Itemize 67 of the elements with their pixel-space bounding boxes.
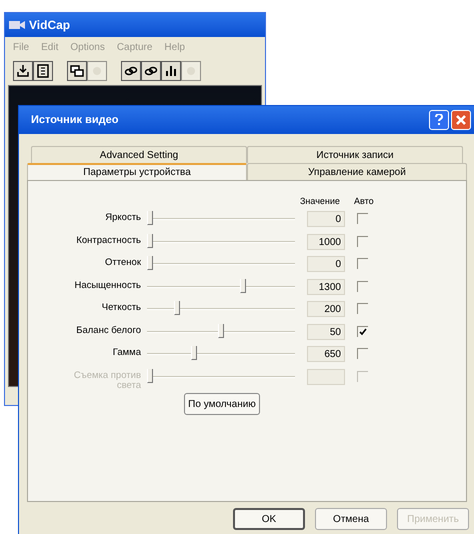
link-icon bbox=[144, 64, 158, 78]
value-field[interactable]: 50 bbox=[307, 324, 345, 340]
slider-thumb[interactable] bbox=[146, 211, 153, 225]
slider-thumb[interactable] bbox=[218, 324, 224, 338]
camera-icon bbox=[9, 19, 25, 31]
slider-thumb[interactable] bbox=[146, 234, 153, 248]
slider[interactable] bbox=[147, 256, 295, 272]
setting-label: Оттенок bbox=[104, 258, 142, 268]
tab[interactable]: Advanced Setting bbox=[31, 146, 247, 163]
toolbar-button[interactable] bbox=[33, 61, 53, 81]
toolbar-button[interactable] bbox=[141, 61, 161, 81]
value-field[interactable]: 0 bbox=[307, 256, 345, 272]
tray-icon bbox=[16, 64, 30, 78]
column-header: Авто bbox=[354, 195, 374, 208]
check-icon bbox=[359, 328, 367, 336]
default-button[interactable]: По умолчанию bbox=[184, 393, 260, 415]
toolbar-button[interactable] bbox=[161, 61, 181, 81]
slider[interactable] bbox=[147, 346, 295, 362]
bars-icon bbox=[164, 64, 178, 78]
tab[interactable]: Источник записи bbox=[247, 146, 463, 163]
value-field[interactable]: 1300 bbox=[307, 278, 345, 294]
slider-thumb[interactable] bbox=[174, 301, 180, 315]
window-title: VidCap bbox=[29, 17, 70, 34]
film-icon bbox=[36, 64, 50, 78]
tab[interactable]: Управление камерой bbox=[247, 163, 467, 180]
slider-thumb[interactable] bbox=[191, 346, 198, 360]
setting-label: Яркость bbox=[104, 213, 142, 223]
auto-checkbox[interactable] bbox=[357, 303, 368, 314]
question-icon bbox=[435, 114, 443, 126]
help-button[interactable] bbox=[429, 110, 449, 130]
setting-label: Насыщенность bbox=[73, 280, 142, 290]
toolbar-button[interactable] bbox=[121, 61, 141, 81]
auto-checkbox[interactable] bbox=[357, 213, 368, 224]
close-icon bbox=[456, 115, 466, 125]
windows-icon bbox=[70, 64, 84, 78]
tab[interactable]: Параметры устройства bbox=[27, 163, 247, 180]
value-field[interactable]: 650 bbox=[307, 346, 345, 362]
setting-label: Контрастность bbox=[75, 236, 142, 246]
toolbar-button[interactable] bbox=[13, 61, 33, 81]
slider-thumb[interactable] bbox=[146, 256, 153, 270]
setting-label: Баланс белого bbox=[75, 326, 142, 336]
slider[interactable] bbox=[147, 278, 295, 294]
link-icon bbox=[124, 64, 138, 78]
slider[interactable] bbox=[147, 234, 295, 250]
slider[interactable] bbox=[147, 211, 295, 227]
auto-checkbox[interactable] bbox=[357, 258, 368, 269]
auto-checkbox[interactable] bbox=[357, 326, 368, 336]
setting-label: Съемка против света bbox=[72, 370, 142, 390]
dialog-button[interactable]: OK bbox=[233, 508, 305, 530]
value-field[interactable]: 0 bbox=[307, 211, 345, 227]
auto-checkbox[interactable] bbox=[357, 280, 368, 292]
column-header: Значение bbox=[300, 195, 341, 208]
setting-label: Гамма bbox=[112, 348, 142, 358]
slider[interactable] bbox=[147, 324, 295, 340]
setting-label: Четкость bbox=[100, 303, 142, 313]
slider[interactable] bbox=[147, 301, 295, 317]
toolbar-button[interactable] bbox=[67, 61, 87, 81]
slider[interactable] bbox=[147, 368, 295, 384]
value-field[interactable]: 200 bbox=[307, 301, 345, 317]
auto-checkbox[interactable] bbox=[357, 236, 368, 246]
value-field[interactable] bbox=[307, 368, 345, 384]
auto-checkbox[interactable] bbox=[357, 348, 368, 359]
dialog-button[interactable]: Отмена bbox=[315, 508, 387, 530]
slider-thumb[interactable] bbox=[240, 278, 246, 292]
close-button[interactable] bbox=[451, 110, 471, 130]
value-field[interactable]: 1000 bbox=[307, 234, 345, 250]
dialog-title: Источник видео bbox=[31, 112, 120, 128]
